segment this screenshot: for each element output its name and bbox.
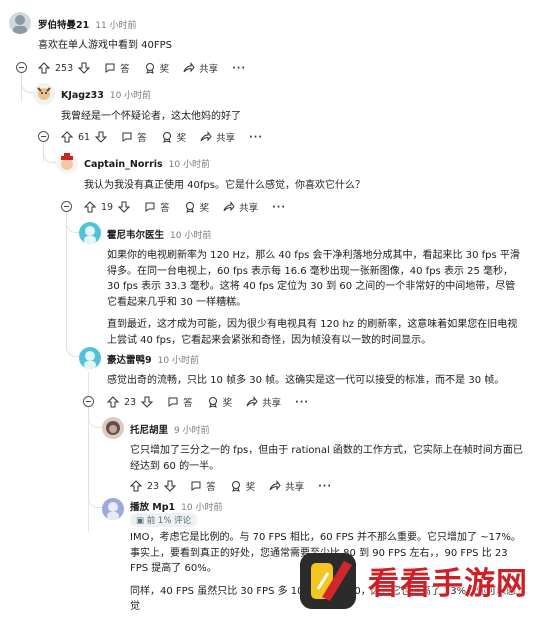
comment-actions: 61 答 奖 共享 ··· [61,130,263,144]
comment-body: 喜欢在单人游戏中看到 40FPS [38,40,173,51]
comment-body: 它只增加了三分之一的 fps，但由于 rational 函数的工作方式，它实际上… [130,445,523,472]
award-icon [162,132,171,143]
vote-score: 61 [78,131,91,143]
collapse-icon[interactable] [16,62,27,73]
award-icon [208,397,217,408]
upvote-icon[interactable] [84,201,96,213]
award-icon [145,63,154,74]
thread-elbow [66,230,81,357]
upvote-icon[interactable] [38,62,50,74]
more-options-button[interactable]: ··· [232,63,246,74]
upvote-icon[interactable] [61,131,73,143]
comment-author[interactable]: 豪达雷鸭9 10 小时前 [107,352,199,366]
avatar[interactable] [102,498,124,520]
avatar[interactable] [102,417,124,439]
award-button[interactable]: 奖 [230,479,255,493]
vote-score: 19 [101,201,114,213]
more-options-button[interactable]: ··· [318,481,332,492]
comment-icon [191,481,201,491]
comment-time: 10 小时前 [168,160,210,170]
comment-icon [122,132,132,142]
comment-author[interactable]: 霍尼韦尔医生 10 小时前 [107,227,211,241]
vote-score: 23 [124,396,137,408]
comment-body: 我曾经是一个怀疑论者，这太他妈的好了 [61,111,241,122]
comment-author[interactable]: 托尼胡里 9 小时前 [130,422,210,436]
comment-icon [145,202,155,212]
comment-icon [168,397,178,407]
comment-time: 11 小时前 [95,21,137,31]
share-button[interactable]: 共享 [269,479,304,493]
comment-time: 10 小时前 [109,91,152,101]
award-button[interactable]: 奖 [161,130,186,144]
comment-author[interactable]: 播放 Mp1 10 小时前 [130,499,223,513]
trophy-icon: ▣ [136,516,145,526]
thread-elbow [88,425,103,508]
comment-author[interactable]: 罗伯特曼21 11 小时前 [38,17,137,31]
award-button[interactable]: 奖 [184,200,209,214]
downvote-icon[interactable] [78,62,91,74]
downvote-icon[interactable] [95,131,108,143]
avatar[interactable] [9,12,31,34]
upvote-icon[interactable] [130,480,142,492]
comment-body: 我认为我没有真正使用 40fps。它是什么感觉，你喜欢它什么？ [84,180,365,191]
reply-button[interactable]: 答 [121,130,147,144]
vote-score: 253 [55,62,74,74]
collapse-icon[interactable] [38,131,49,142]
comment-body: 如果你的电视刷新率为 120 Hz，那么 40 fps 会干净利落地分成其中，看… [107,250,520,346]
comment-time: 10 小时前 [157,356,199,366]
upvote-icon[interactable] [107,396,119,408]
comment-time: 10 小时前 [170,231,212,241]
comment-time: 9 小时前 [174,426,210,436]
comment-author[interactable]: KJagz33 10 小时前 [61,88,151,101]
top-comment-badge: ▣ 前 1% 评论 [130,513,198,527]
share-icon [269,480,281,491]
avatar[interactable] [79,347,101,369]
reply-button[interactable]: 答 [144,200,170,214]
share-button[interactable]: 共享 [223,200,258,214]
share-icon [200,131,212,142]
thread-elbow [21,70,34,93]
share-button[interactable]: 共享 [246,395,281,409]
reply-button[interactable]: 答 [167,395,193,409]
share-button[interactable]: 共享 [200,130,235,144]
award-icon [231,481,240,492]
more-options-button[interactable]: ··· [272,202,286,213]
watermark: 看看手游网 [300,548,550,613]
comment-actions: 253 答 奖 共享 ··· [38,61,246,75]
award-icon [185,202,194,213]
comment-actions: 19 答 奖 共享 ··· [84,200,286,214]
downvote-icon[interactable] [164,480,177,492]
downvote-icon[interactable] [141,396,154,408]
comment-icon [105,63,115,73]
more-options-button[interactable]: ··· [249,132,263,143]
watermark-text: 看看手游网 [368,566,528,602]
award-button[interactable]: 奖 [207,395,232,409]
share-icon [246,396,258,407]
watermark-logo [300,552,356,609]
comment-author[interactable]: Captain_Norris 10 小时前 [84,157,210,170]
share-icon [183,62,195,73]
downvote-icon[interactable] [118,201,131,213]
comment-time: 10 小时前 [181,503,223,513]
reply-button[interactable]: 答 [190,479,216,493]
award-button[interactable]: 奖 [144,61,169,75]
comment-body: 感觉出奇的流畅，只比 10 帧多 30 帧。这确实是这一代可以接受的标准，而不是… [107,375,505,386]
share-icon [223,201,235,212]
comment-actions: 23 答 奖 共享 ··· [107,395,309,409]
share-button[interactable]: 共享 [183,61,218,75]
avatar[interactable] [33,83,55,105]
collapse-icon[interactable] [61,201,72,212]
avatar[interactable] [79,222,101,244]
vote-score: 23 [147,480,160,492]
comment-actions: 23 答 奖 共享 ··· [130,479,332,493]
collapse-icon[interactable] [83,396,94,407]
avatar[interactable] [56,152,78,174]
reply-button[interactable]: 答 [104,61,130,75]
more-options-button[interactable]: ··· [295,397,309,408]
